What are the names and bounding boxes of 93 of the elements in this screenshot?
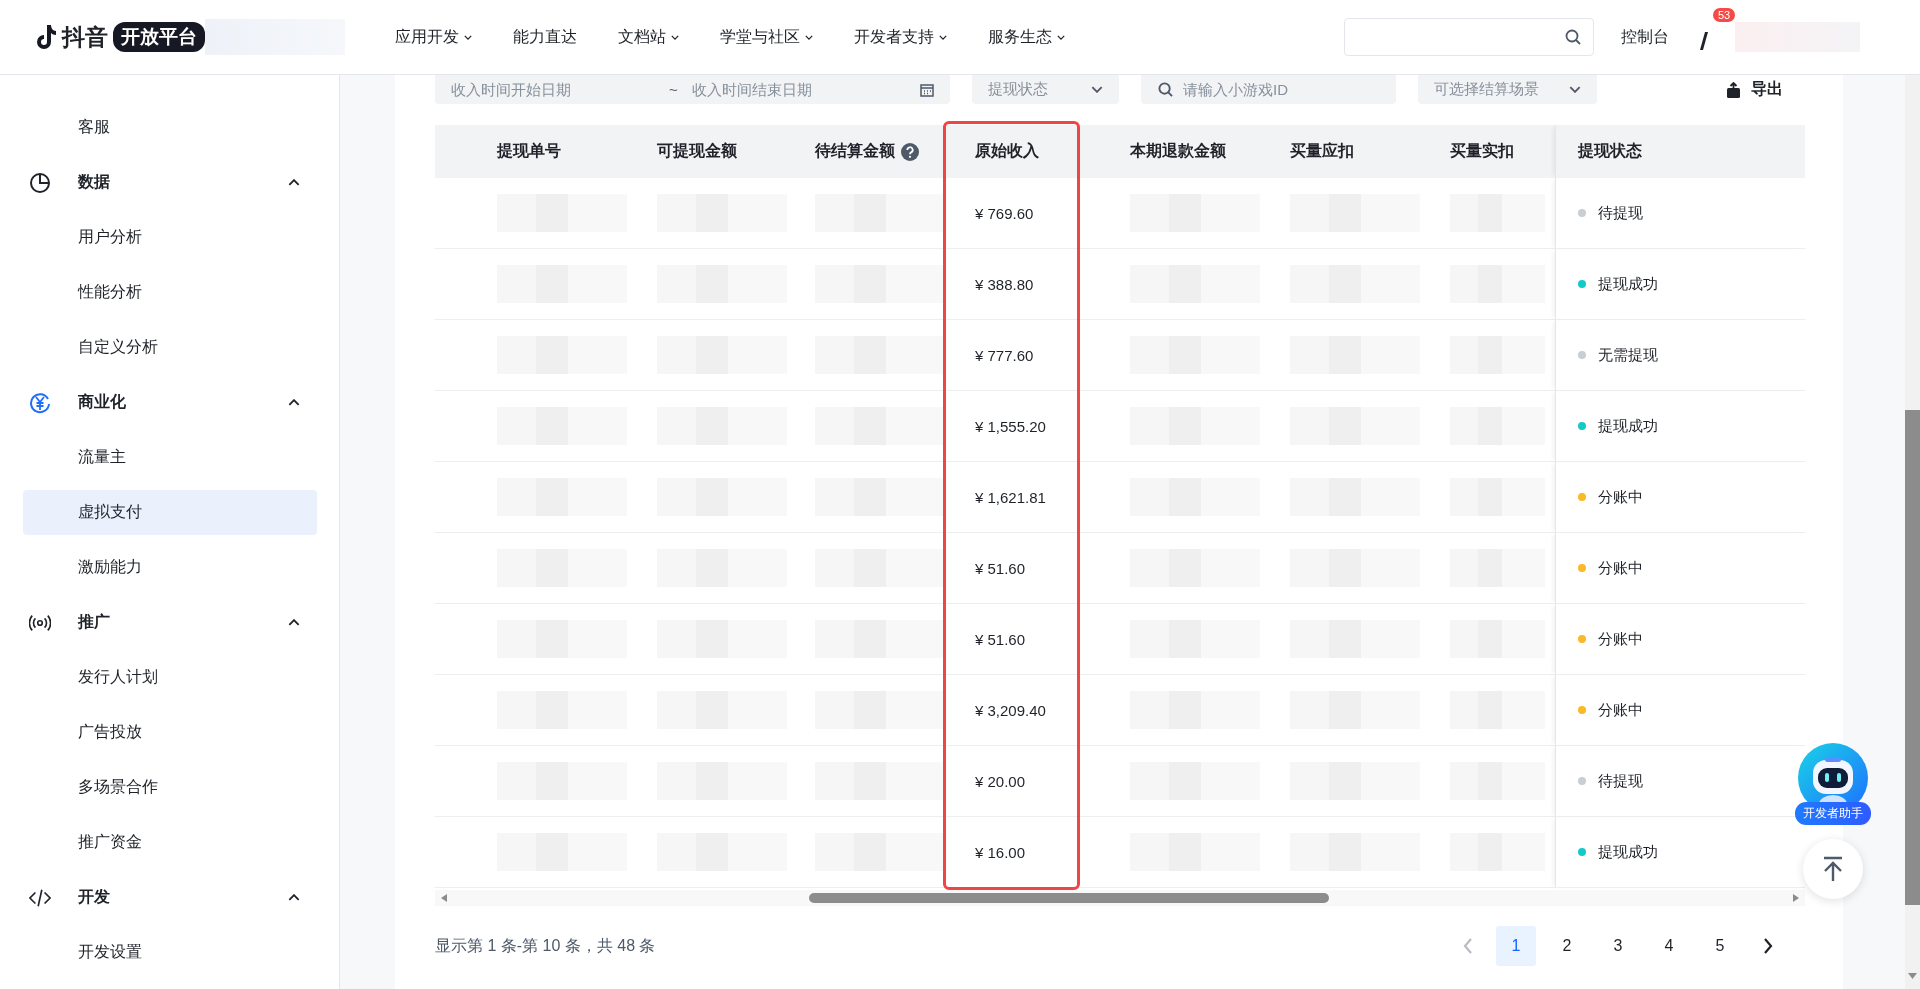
- scroll-left-icon[interactable]: [441, 894, 447, 902]
- nav-link[interactable]: 文档站: [618, 26, 679, 48]
- console-link[interactable]: 控制台: [1621, 26, 1669, 48]
- logo-icon: [35, 24, 57, 50]
- status-text: 提现成功: [1598, 416, 1658, 436]
- table-cell: ¥ 1,621.81: [975, 488, 1046, 506]
- sidebar-group[interactable]: 推广: [23, 600, 317, 645]
- caret-icon: [1057, 34, 1065, 40]
- pie-chart-icon: [29, 171, 51, 194]
- page-button[interactable]: 4: [1649, 926, 1689, 966]
- caret-icon: [464, 34, 472, 40]
- yen-circle-icon: [29, 391, 51, 414]
- nav-link[interactable]: 学堂与社区: [720, 26, 813, 48]
- status-text: 无需提现: [1598, 345, 1658, 365]
- chevron-icon: [288, 894, 300, 901]
- column-header: 提现状态: [1578, 141, 1642, 161]
- column-header: 原始收入: [975, 141, 1039, 161]
- sidebar-group[interactable]: 商业化: [23, 380, 317, 425]
- pagination-summary: 显示第 1 条-第 10 条，共 48 条: [435, 935, 656, 956]
- chevron-right-icon[interactable]: [1763, 938, 1773, 954]
- export-button[interactable]: 导出: [1726, 79, 1783, 100]
- logo-text: 抖音: [62, 22, 108, 52]
- scrollbar-thumb[interactable]: [809, 893, 1329, 903]
- status-text: 分账中: [1598, 700, 1643, 720]
- sidebar-item[interactable]: 多场景合作: [23, 765, 317, 810]
- chevron-icon: [288, 619, 300, 626]
- nav-link[interactable]: 开发者支持: [854, 26, 947, 48]
- sidebar-item[interactable]: 虚拟支付: [23, 490, 317, 535]
- assistant-button[interactable]: 开发者助手: [1794, 742, 1871, 825]
- sidebar-item[interactable]: 广告投放: [23, 710, 317, 755]
- arrow-up-icon: [1821, 856, 1844, 882]
- status-text: 提现成功: [1598, 842, 1658, 862]
- column-header: 可提现金额: [657, 141, 737, 161]
- search-icon: [1565, 29, 1581, 45]
- search-field[interactable]: [1344, 18, 1594, 56]
- scrollbar-thumb[interactable]: [1905, 410, 1920, 905]
- caret-icon: [805, 34, 813, 40]
- chevron-icon: [288, 399, 300, 406]
- notification-badge: 53: [1713, 8, 1736, 22]
- nav-link[interactable]: 能力直达: [513, 26, 577, 48]
- range-separator: ~: [669, 81, 678, 98]
- table-cell: ¥ 388.80: [975, 275, 1034, 293]
- column-header: 买量实扣: [1450, 141, 1514, 161]
- page-button[interactable]: 5: [1700, 926, 1740, 966]
- table-cell: ¥ 777.60: [975, 346, 1034, 364]
- status-text: 分账中: [1598, 558, 1643, 578]
- caret-icon: [671, 34, 679, 40]
- column-header: 买量应扣: [1290, 141, 1354, 161]
- page-button[interactable]: 3: [1598, 926, 1638, 966]
- table-cell: ¥ 769.60: [975, 204, 1034, 222]
- sidebar-item[interactable]: 自定义分析: [23, 325, 317, 370]
- sidebar-item[interactable]: 开发设置: [23, 930, 317, 975]
- logo-badge: 开放平台: [113, 22, 205, 52]
- start-date-input[interactable]: 收入时间开始日期: [451, 81, 621, 98]
- caret-icon: [939, 34, 947, 40]
- chevron-icon: [1569, 86, 1581, 93]
- status-text: 分账中: [1598, 629, 1643, 649]
- table-cell: ¥ 51.60: [975, 559, 1026, 577]
- scroll-down-icon[interactable]: [1908, 973, 1917, 979]
- sidebar-item[interactable]: 用户分析: [23, 215, 317, 260]
- game-id-search[interactable]: 请输入小游戏ID: [1141, 75, 1396, 104]
- status-text: 提现成功: [1598, 274, 1658, 294]
- calendar-icon: [920, 82, 934, 97]
- nav-link[interactable]: 服务生态: [988, 26, 1065, 48]
- sidebar-item[interactable]: 流量主: [23, 435, 317, 480]
- status-text: 待提现: [1598, 203, 1643, 223]
- column-header: 提现单号: [497, 141, 561, 161]
- table-cell: ¥ 51.60: [975, 630, 1026, 648]
- end-date-input[interactable]: 收入时间结束日期: [691, 81, 862, 98]
- table-cell: ¥ 16.00: [975, 843, 1026, 861]
- sidebar-item[interactable]: 性能分析: [23, 270, 317, 315]
- chevron-icon: [288, 179, 300, 186]
- export-icon: [1726, 81, 1741, 98]
- sidebar-group[interactable]: 数据: [23, 160, 317, 205]
- column-header: 待结算金额: [815, 141, 895, 161]
- help-icon: [901, 142, 919, 161]
- nav-link[interactable]: 应用开发: [395, 26, 472, 48]
- table-cell: ¥ 3,209.40: [975, 701, 1046, 719]
- sidebar-item[interactable]: 客服: [23, 105, 317, 150]
- chevron-icon: [1091, 86, 1103, 93]
- status-text: 待提现: [1598, 771, 1643, 791]
- table-cell: ¥ 1,555.20: [975, 417, 1046, 435]
- sidebar-item[interactable]: 激励能力: [23, 545, 317, 590]
- sidebar-item[interactable]: 发行人计划: [23, 655, 317, 700]
- sidebar-item[interactable]: 推广资金: [23, 820, 317, 865]
- date-range-picker[interactable]: 收入时间开始日期 ~ 收入时间结束日期: [435, 75, 950, 104]
- status-text: 分账中: [1598, 487, 1643, 507]
- page-button[interactable]: 2: [1547, 926, 1587, 966]
- column-header: 本期退款金额: [1130, 141, 1226, 161]
- scroll-right-icon[interactable]: [1793, 894, 1799, 902]
- page-button[interactable]: 1: [1496, 926, 1536, 966]
- table-cell: ¥ 20.00: [975, 772, 1026, 790]
- sidebar-group[interactable]: 开发: [23, 875, 317, 920]
